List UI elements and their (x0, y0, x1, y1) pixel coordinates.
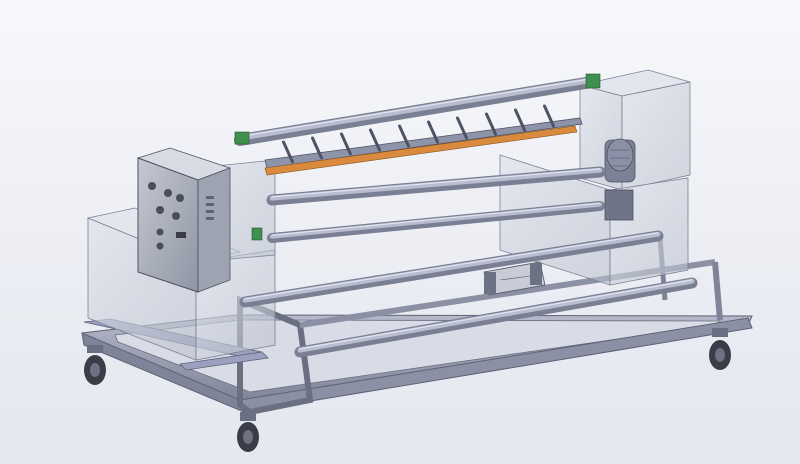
bearing-left-top (234, 131, 250, 145)
control-knob (156, 228, 164, 236)
control-cabinet (136, 147, 232, 293)
gearbox (604, 189, 634, 221)
control-knob (176, 194, 184, 202)
bearing-left-mid (251, 227, 263, 241)
door-handle (176, 232, 186, 238)
control-knob (156, 242, 164, 250)
drive-motor (604, 138, 636, 183)
machine-model (81, 69, 753, 452)
bearing-right-top (585, 73, 601, 89)
control-knob (164, 189, 172, 197)
knife-assembly (264, 104, 583, 176)
caster-wheel-front-mid (237, 412, 259, 452)
caster-wheel-front-right (709, 328, 731, 370)
control-knob (172, 212, 180, 220)
cad-viewport (0, 0, 800, 464)
cabinet-door (137, 157, 199, 293)
cabinet-side (197, 167, 231, 293)
control-knob (156, 206, 164, 214)
frame-outrigger-post (712, 261, 723, 321)
caster-wheel-front-left (84, 345, 106, 385)
control-knob (148, 182, 156, 190)
